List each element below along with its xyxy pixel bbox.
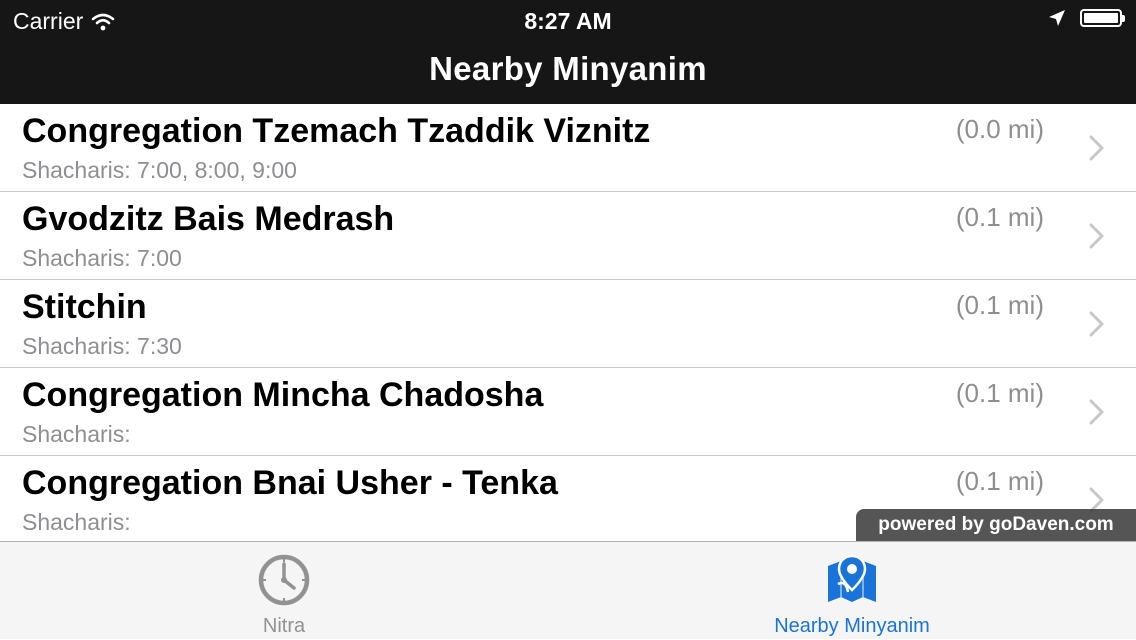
chevron-right-icon	[1089, 223, 1104, 249]
tab-nearby-minyanim[interactable]: Nearby Minyanim	[568, 542, 1136, 640]
tab-nitra[interactable]: Nitra	[0, 542, 568, 640]
powered-by-badge[interactable]: powered by goDaven.com	[856, 509, 1136, 541]
minyan-times: Shacharis:	[22, 509, 131, 535]
minyan-times: Shacharis: 7:30	[22, 333, 182, 359]
minyan-distance: (0.1 mi)	[955, 466, 1044, 496]
clock-icon	[258, 554, 310, 606]
map-pin-icon	[828, 554, 876, 602]
list-item[interactable]: Congregation Tzemach Tzaddik Viznitz Sha…	[0, 104, 1136, 192]
minyan-distance: (0.1 mi)	[955, 290, 1044, 320]
chevron-right-icon	[1089, 135, 1104, 161]
tab-bar: Nitra Nearby Minyanim	[0, 541, 1136, 639]
minyan-list[interactable]: Congregation Tzemach Tzaddik Viznitz Sha…	[0, 104, 1136, 541]
list-item[interactable]: Congregation Mincha Chadosha Shacharis: …	[0, 368, 1136, 456]
minyan-name: Congregation Tzemach Tzaddik Viznitz	[22, 112, 651, 150]
minyan-name: Stitchin	[22, 288, 147, 326]
minyan-distance: (0.1 mi)	[955, 378, 1044, 408]
status-time: 8:27 AM	[524, 8, 612, 34]
minyan-distance: (0.1 mi)	[955, 202, 1044, 232]
minyan-times: Shacharis: 7:00, 8:00, 9:00	[22, 157, 297, 183]
tab-label: Nitra	[262, 615, 306, 637]
chevron-right-icon	[1089, 399, 1104, 425]
minyan-name: Gvodzitz Bais Medrash	[22, 200, 395, 238]
status-bar: Carrier 8:27 AM	[0, 0, 1136, 42]
minyan-name: Congregation Bnai Usher - Tenka	[22, 464, 558, 502]
minyan-times: Shacharis:	[22, 421, 131, 447]
chevron-right-icon	[1089, 311, 1104, 337]
battery-icon	[1080, 9, 1125, 27]
location-arrow-icon	[1049, 10, 1065, 26]
tab-label: Nearby Minyanim	[774, 615, 930, 637]
minyan-times: Shacharis: 7:00	[22, 245, 182, 271]
navigation-bar: Carrier 8:27 AM Nearby Minyanim	[0, 0, 1136, 104]
minyan-name: Congregation Mincha Chadosha	[22, 376, 544, 414]
page-title: Nearby Minyanim	[429, 50, 707, 87]
list-item[interactable]: Gvodzitz Bais Medrash Shacharis: 7:00 (0…	[0, 192, 1136, 280]
minyan-distance: (0.0 mi)	[955, 114, 1044, 144]
status-right-group	[1048, 9, 1125, 27]
list-item[interactable]: Stitchin Shacharis: 7:30 (0.1 mi)	[0, 280, 1136, 368]
